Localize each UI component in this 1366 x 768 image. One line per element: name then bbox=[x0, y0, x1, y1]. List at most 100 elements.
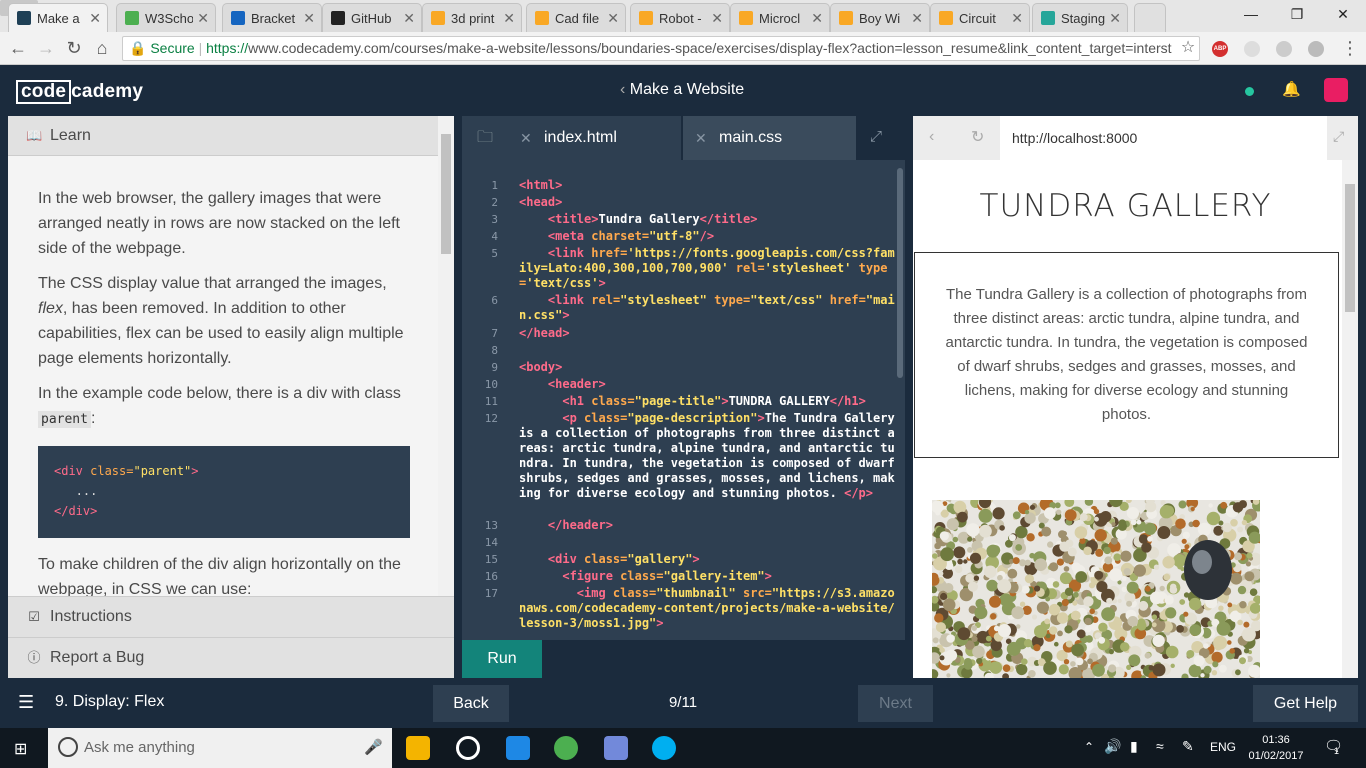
learn-scrollbar[interactable] bbox=[438, 116, 454, 596]
discord-icon[interactable] bbox=[604, 736, 628, 760]
skype-icon[interactable] bbox=[652, 736, 676, 760]
clock[interactable]: 01:36 01/02/2017 bbox=[1244, 732, 1308, 764]
search-box[interactable]: Ask me anything 🎤 bbox=[48, 728, 392, 768]
get-help-button[interactable]: Get Help bbox=[1253, 685, 1358, 722]
address-bar[interactable]: 🔒 Secure | https://www.codecademy.com/co… bbox=[122, 36, 1200, 61]
edge-icon[interactable] bbox=[506, 736, 530, 760]
line-number: 17 bbox=[484, 587, 498, 600]
file-explorer-icon[interactable] bbox=[406, 736, 430, 760]
browser-tab[interactable]: Bracket ✕ bbox=[222, 3, 322, 32]
preview-expand-icon[interactable]: ⤢ bbox=[1333, 128, 1344, 145]
preview-refresh-icon[interactable]: ↻ bbox=[971, 127, 984, 147]
exercise-title[interactable]: 9. Display: Flex bbox=[55, 693, 164, 711]
chevron-left-icon: ‹ bbox=[620, 81, 630, 98]
browser-tab[interactable]: 3d print ✕ bbox=[422, 3, 522, 32]
close-tab-icon[interactable]: ✕ bbox=[403, 10, 415, 27]
secure-label: Secure bbox=[150, 40, 195, 56]
close-tab-icon[interactable]: ✕ bbox=[711, 10, 723, 27]
next-button[interactable]: Next bbox=[858, 685, 933, 722]
preview-url[interactable]: http://localhost:8000 bbox=[1000, 116, 1327, 160]
browser-tab[interactable]: Robot - ✕ bbox=[630, 3, 730, 32]
new-tab-button[interactable] bbox=[1134, 3, 1166, 32]
windows-start-icon[interactable]: ⊞ bbox=[14, 739, 27, 759]
line-number: 11 bbox=[484, 395, 498, 408]
gallery-description: The Tundra Gallery is a collection of ph… bbox=[914, 252, 1339, 458]
course-title[interactable]: ‹ Make a Website bbox=[620, 81, 744, 99]
back-arrow-icon[interactable]: ← bbox=[6, 36, 30, 60]
battery-icon[interactable]: ▮ bbox=[1130, 738, 1138, 755]
code-text: </head> bbox=[519, 326, 570, 340]
browser-tab[interactable]: Staging ✕ bbox=[1032, 3, 1128, 32]
report-bug-tab[interactable]: ⓘ Report a Bug bbox=[8, 637, 454, 678]
close-tab-icon[interactable]: ✕ bbox=[520, 116, 532, 160]
close-window-icon[interactable]: ✕ bbox=[1320, 0, 1366, 28]
close-tab-icon[interactable]: ✕ bbox=[89, 10, 101, 27]
preview-back-icon[interactable]: ‹ bbox=[929, 128, 934, 146]
instructions-tab[interactable]: ☑ Instructions bbox=[8, 596, 454, 637]
volume-icon[interactable]: 🔊 bbox=[1104, 738, 1121, 755]
avatar[interactable] bbox=[1324, 78, 1348, 102]
forward-arrow-icon[interactable]: → bbox=[34, 36, 58, 60]
browser-tab[interactable]: Cad file ✕ bbox=[526, 3, 626, 32]
tray-chevron-icon[interactable]: ⌃ bbox=[1084, 740, 1094, 754]
learn-header[interactable]: 📖 Learn bbox=[8, 116, 438, 156]
code-text: <div class="gallery"> bbox=[547, 552, 700, 566]
expand-icon[interactable]: ⤢ bbox=[870, 128, 882, 145]
codecademy-logo[interactable]: code cademy bbox=[16, 80, 143, 104]
browser-tab[interactable]: Make a ✕ bbox=[8, 3, 108, 32]
close-tab-icon[interactable]: ✕ bbox=[503, 10, 515, 27]
bookmark-star-icon[interactable]: ☆ bbox=[1176, 36, 1200, 60]
close-tab-icon[interactable]: ✕ bbox=[695, 116, 707, 160]
extension2-icon[interactable] bbox=[1308, 41, 1324, 57]
wifi-icon[interactable]: ≈ bbox=[1156, 738, 1164, 754]
hamburger-icon[interactable]: ☰ bbox=[18, 692, 34, 713]
bell-icon[interactable]: 🔔 bbox=[1282, 80, 1301, 100]
tab-title: 3d print bbox=[451, 10, 495, 26]
editor-scrollbar[interactable] bbox=[897, 168, 903, 378]
run-button[interactable]: Run bbox=[462, 640, 542, 678]
folder-icon[interactable]: 🗀 bbox=[462, 116, 508, 160]
close-tab-icon[interactable]: ✕ bbox=[1109, 10, 1121, 27]
microphone-icon[interactable]: 🎤 bbox=[364, 728, 383, 768]
drive-icon[interactable] bbox=[1276, 41, 1292, 57]
reload-icon[interactable]: ↻ bbox=[62, 36, 86, 60]
line-number: 16 bbox=[484, 570, 498, 583]
close-tab-icon[interactable]: ✕ bbox=[607, 10, 619, 27]
favicon-icon bbox=[125, 11, 139, 25]
line-number: 5 bbox=[491, 247, 498, 260]
maximize-icon[interactable]: ❐ bbox=[1274, 0, 1320, 28]
learn-title: Learn bbox=[50, 127, 91, 144]
tab-title: Make a bbox=[37, 10, 80, 26]
close-tab-icon[interactable]: ✕ bbox=[197, 10, 209, 27]
language-indicator[interactable]: ENG bbox=[1210, 740, 1236, 754]
close-tab-icon[interactable]: ✕ bbox=[911, 10, 923, 27]
code-text: <head> bbox=[519, 195, 563, 209]
home-icon[interactable]: ⌂ bbox=[90, 36, 114, 60]
notification-count: 1 bbox=[1334, 746, 1340, 756]
tab-index-html[interactable]: ✕ index.html bbox=[508, 116, 681, 160]
preview-scrollbar[interactable] bbox=[1342, 160, 1358, 678]
tab-main-css[interactable]: ✕ main.css bbox=[683, 116, 856, 160]
line-number: 6 bbox=[491, 294, 498, 307]
close-tab-icon[interactable]: ✕ bbox=[1011, 10, 1023, 27]
adblock-icon[interactable]: ABP bbox=[1212, 41, 1228, 57]
line-number: 7 bbox=[491, 327, 498, 340]
close-tab-icon[interactable]: ✕ bbox=[303, 10, 315, 27]
close-tab-icon[interactable]: ✕ bbox=[811, 10, 823, 27]
chrome-icon[interactable] bbox=[554, 736, 578, 760]
minimize-icon[interactable]: — bbox=[1228, 0, 1274, 28]
browser-tab[interactable]: Microcl ✕ bbox=[730, 3, 830, 32]
menu-dots-icon[interactable]: ⋮ bbox=[1338, 36, 1362, 60]
pen-icon[interactable]: ✎ bbox=[1182, 738, 1194, 755]
extension-icon[interactable] bbox=[1244, 41, 1260, 57]
code-text: <title>Tundra Gallery</title> bbox=[547, 212, 758, 226]
browser-tab[interactable]: Boy Wi ✕ bbox=[830, 3, 930, 32]
favicon-icon bbox=[1041, 11, 1055, 25]
back-button[interactable]: Back bbox=[433, 685, 509, 722]
browser-tab[interactable]: Circuit ✕ bbox=[930, 3, 1030, 32]
browser-tab[interactable]: GitHub ✕ bbox=[322, 3, 422, 32]
groove-icon[interactable] bbox=[456, 736, 480, 760]
browser-tab[interactable]: W3Scho ✕ bbox=[116, 3, 216, 32]
paragraph-4: To make children of the div align horizo… bbox=[38, 556, 401, 598]
